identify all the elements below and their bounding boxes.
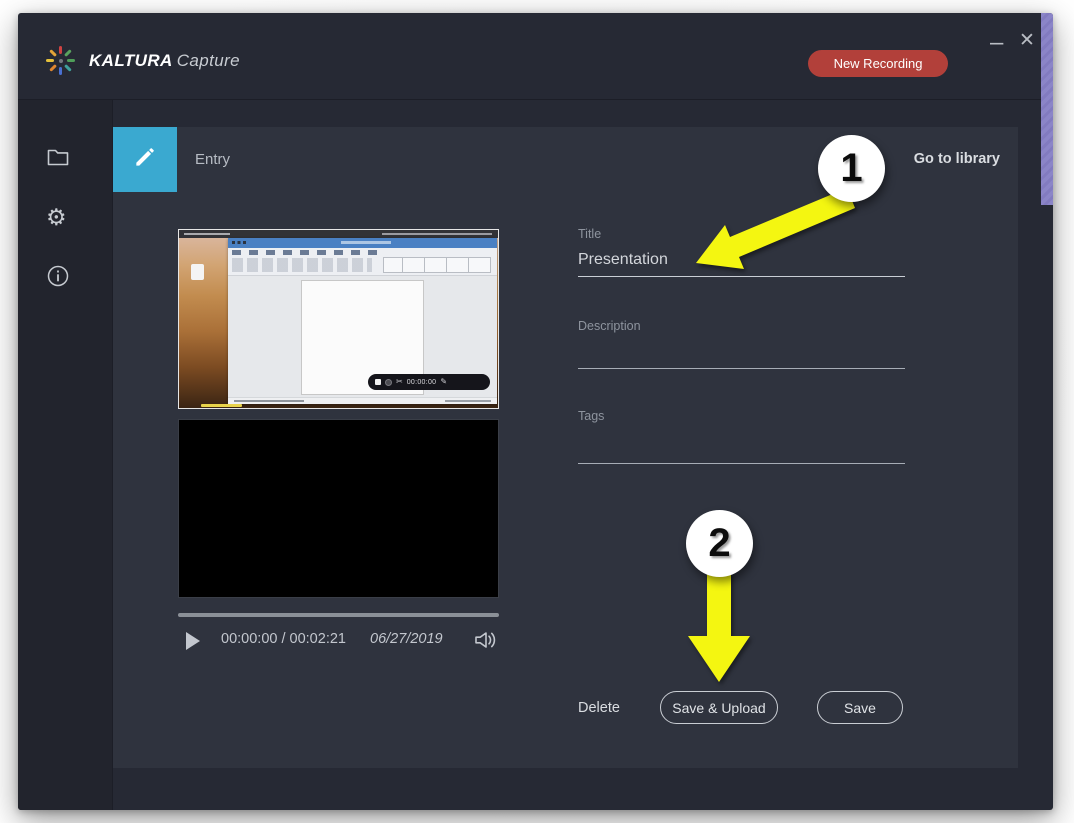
gear-icon: ⚙: [46, 204, 67, 230]
new-recording-button[interactable]: New Recording: [808, 50, 948, 77]
volume-button[interactable]: [473, 628, 499, 657]
annotation-step-2: 2: [686, 510, 753, 577]
minimize-icon[interactable]: –: [990, 31, 1003, 55]
title-bar: KALTURACapture New Recording – ✕: [18, 13, 1053, 100]
save-button[interactable]: Save: [817, 691, 903, 724]
play-button[interactable]: [186, 632, 200, 650]
player-controls: 00:00:00 / 00:02:21 06/27/2019: [178, 625, 499, 657]
description-field: Description: [578, 319, 905, 369]
screenshot-background: KALTURACapture New Recording – ✕ ⚙: [0, 0, 1074, 823]
video-thumbnail[interactable]: ✂ 00:00:00 ✎: [178, 229, 499, 409]
time-display: 00:00:00 / 00:02:21: [221, 631, 346, 647]
annotation-number-2: 2: [708, 521, 730, 566]
kaltura-logo: KALTURACapture: [45, 45, 240, 76]
annotation-step-1: 1: [818, 135, 885, 202]
sidebar-item-library[interactable]: [46, 145, 70, 169]
description-label: Description: [578, 319, 905, 333]
edit-entry-tab: [113, 127, 177, 192]
recording-date: 06/27/2019: [370, 631, 443, 647]
annotation-arrow-2: [684, 570, 754, 685]
scrollbar-thumb[interactable]: [1041, 13, 1053, 205]
entry-panel: Entry Go to library: [113, 127, 1018, 768]
mac-menubar: [179, 230, 498, 238]
dock-strip: [201, 404, 242, 407]
rec-timecode: 00:00:00: [407, 379, 437, 386]
go-to-library-link[interactable]: Go to library: [914, 127, 1000, 191]
pencil-icon: [132, 144, 158, 175]
recording-controls-overlay: ✂ 00:00:00 ✎: [368, 374, 490, 390]
camera-video-preview: [178, 419, 499, 598]
description-input[interactable]: [578, 335, 905, 369]
word-ribbon: [228, 248, 497, 276]
scissors-icon: ✂: [396, 378, 403, 386]
sidebar-item-settings[interactable]: ⚙: [46, 206, 70, 230]
brand-suffix: Capture: [177, 51, 240, 70]
kaltura-starburst-icon: [45, 45, 76, 76]
info-icon: [46, 264, 70, 288]
tags-label: Tags: [578, 409, 905, 423]
tags-input[interactable]: [578, 425, 905, 464]
save-upload-button[interactable]: Save & Upload: [660, 691, 778, 724]
record-icon: [385, 379, 392, 386]
word-titlebar: [228, 238, 497, 248]
tags-field: Tags: [578, 409, 905, 464]
annotation-number-1: 1: [840, 146, 862, 191]
sidebar: ⚙: [18, 100, 113, 810]
desktop-file-icon: [191, 264, 204, 280]
close-icon[interactable]: ✕: [1019, 31, 1035, 50]
app-title: KALTURACapture: [89, 51, 240, 71]
sidebar-item-info[interactable]: [46, 264, 70, 288]
folder-icon: [46, 145, 70, 169]
page-title: Entry: [195, 127, 230, 191]
delete-button[interactable]: Delete: [578, 691, 620, 724]
seek-bar[interactable]: [178, 613, 499, 617]
annotation-arrow-1: [681, 188, 871, 283]
kaltura-capture-window: KALTURACapture New Recording – ✕ ⚙: [18, 13, 1053, 810]
stop-icon: [375, 379, 381, 385]
pencil-small-icon: ✎: [440, 378, 447, 386]
brand-name: KALTURA: [89, 51, 173, 70]
word-statusbar: [228, 397, 497, 404]
